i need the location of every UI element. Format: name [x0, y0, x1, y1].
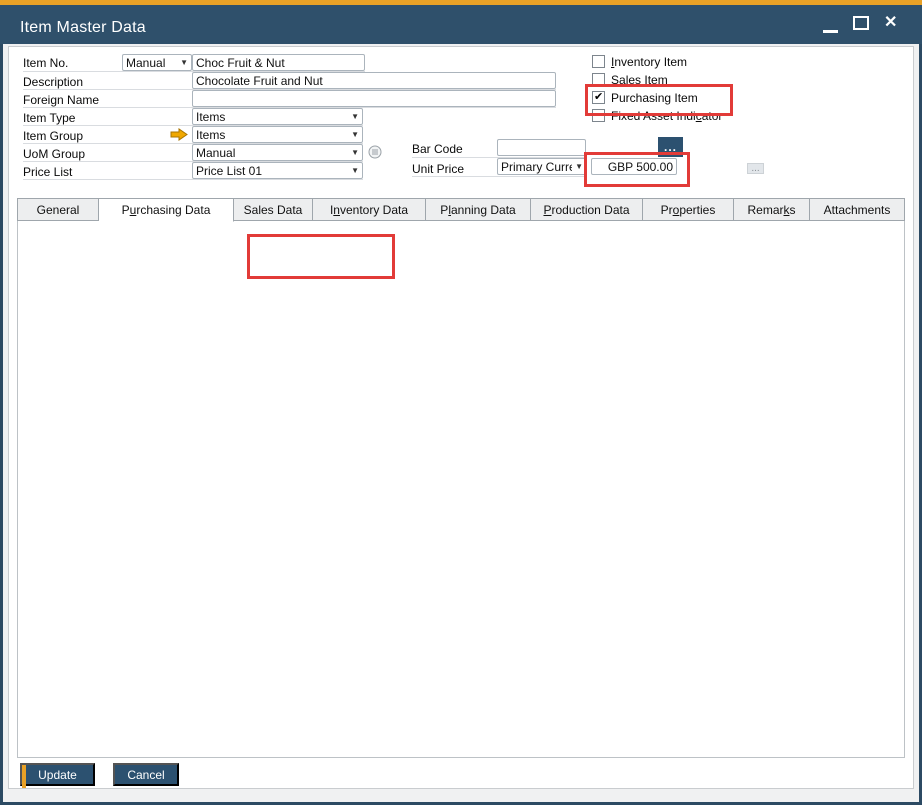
minimize-icon[interactable]	[823, 30, 838, 33]
description-input[interactable]	[192, 72, 556, 89]
window-border-left	[0, 44, 3, 805]
sales-item-label: Sales Item	[611, 73, 668, 87]
tab-production-data[interactable]: Production Data	[531, 198, 643, 221]
item-group-label: Item Group	[23, 129, 83, 143]
foreign-name-input[interactable]	[192, 90, 556, 107]
tab-properties[interactable]: Properties	[643, 198, 734, 221]
tab-attachments[interactable]: Attachments	[810, 198, 905, 221]
uom-group-label: UoM Group	[23, 147, 85, 161]
window-title: Item Master Data	[20, 19, 146, 37]
choose-from-list-icon[interactable]	[368, 145, 382, 159]
tab-sales-data[interactable]: Sales Data	[234, 198, 313, 221]
price-list-label: Price List	[23, 165, 72, 179]
window-titlebar: Item Master Data	[0, 5, 922, 44]
close-icon[interactable]: ✕	[884, 12, 897, 32]
sales-item-checkbox[interactable]	[592, 73, 605, 86]
item-master-data-window: Item Master Data ✕ Item No. Manual Descr…	[0, 0, 922, 805]
item-type-dropdown[interactable]: Items	[192, 108, 363, 125]
unit-price-label: Unit Price	[412, 162, 464, 176]
inventory-item-label: Inventory Item	[611, 55, 687, 69]
item-no-mode-dropdown[interactable]: Manual	[122, 54, 192, 71]
update-button[interactable]: Update	[20, 763, 95, 786]
price-more-button[interactable]: ...	[747, 163, 764, 174]
fixed-asset-checkbox[interactable]	[592, 109, 605, 122]
unit-price-currency-dropdown[interactable]: Primary Curren	[497, 158, 587, 175]
purchasing-item-label: Purchasing Item	[611, 91, 698, 105]
bar-code-input[interactable]	[497, 139, 586, 156]
inventory-item-checkbox[interactable]	[592, 55, 605, 68]
purchasing-data-panel	[17, 220, 905, 758]
foreign-name-label: Foreign Name	[23, 93, 99, 107]
tab-purchasing-data[interactable]: Purchasing Data	[99, 198, 234, 222]
unit-price-input[interactable]	[591, 158, 677, 175]
item-no-label: Item No.	[23, 56, 68, 70]
price-list-dropdown[interactable]: Price List 01	[192, 162, 363, 179]
link-arrow-icon[interactable]	[170, 128, 188, 141]
maximize-icon[interactable]	[853, 16, 869, 30]
description-label: Description	[23, 75, 83, 89]
tab-planning-data[interactable]: Planning Data	[426, 198, 531, 221]
uom-group-dropdown[interactable]: Manual	[192, 144, 363, 161]
fixed-asset-label: Fixed Asset Indicator	[611, 109, 722, 123]
bar-code-more-button[interactable]: ...	[658, 137, 683, 157]
purchasing-item-checkbox[interactable]	[592, 91, 605, 104]
tab-remarks[interactable]: Remarks	[734, 198, 810, 221]
tab-general[interactable]: General	[17, 198, 99, 221]
tab-inventory-data[interactable]: Inventory Data	[313, 198, 426, 221]
update-button-accent	[22, 765, 26, 788]
tab-bar: General Purchasing Data Sales Data Inven…	[17, 198, 905, 221]
cancel-button[interactable]: Cancel	[113, 763, 179, 786]
item-group-dropdown[interactable]: Items	[192, 126, 363, 143]
item-no-input[interactable]	[192, 54, 365, 71]
bar-code-label: Bar Code	[412, 142, 463, 156]
item-type-label: Item Type	[23, 111, 75, 125]
